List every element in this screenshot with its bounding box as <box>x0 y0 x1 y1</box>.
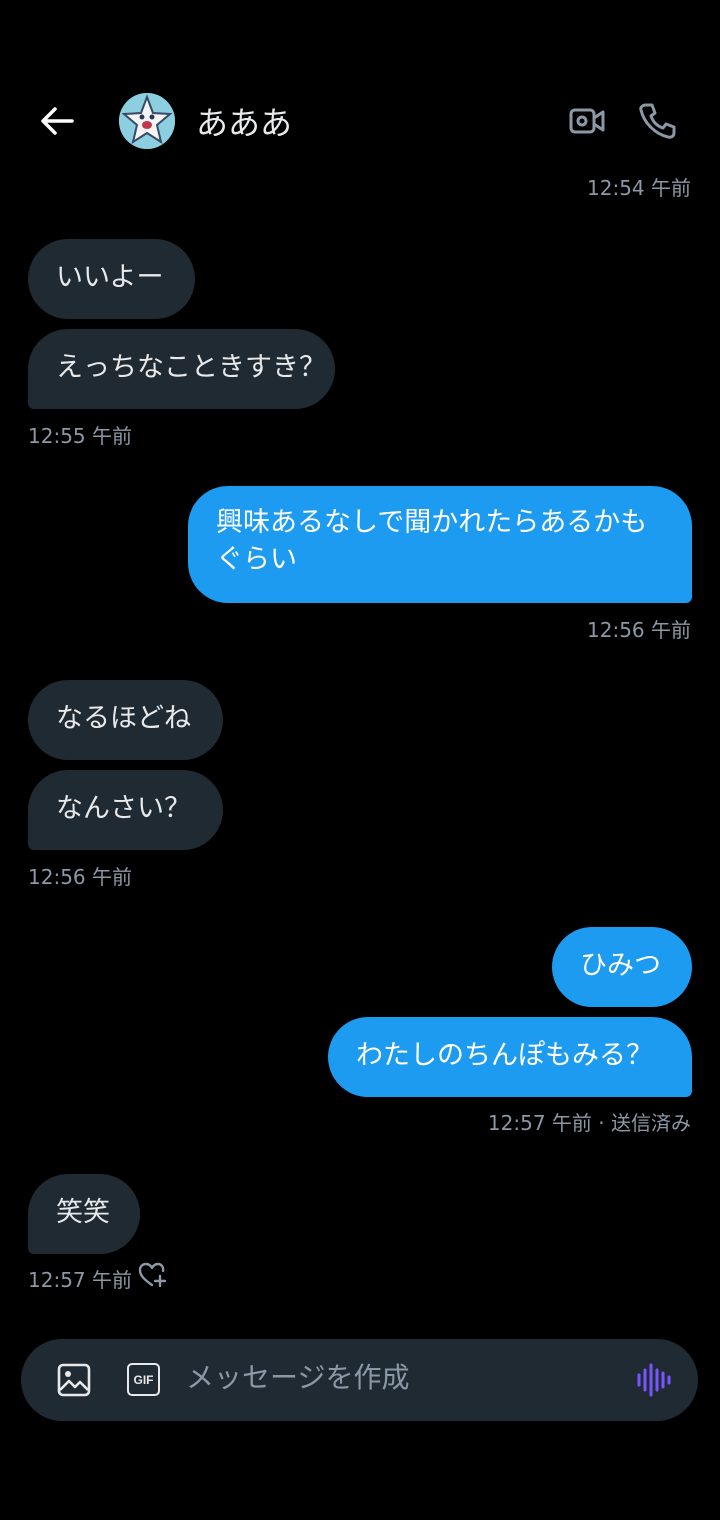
contact-name[interactable]: あああ <box>196 98 292 144</box>
heart-plus-icon <box>138 1262 167 1288</box>
message-timestamp: 12:54 午前 <box>587 176 691 200</box>
incoming-message[interactable]: いいよー <box>28 239 195 319</box>
outgoing-message[interactable]: 興味あるなしで聞かれたらあるかも ぐらい <box>188 486 692 603</box>
message-input[interactable] <box>186 1361 606 1394</box>
outgoing-message[interactable]: ひみつ <box>552 927 692 1007</box>
outgoing-message[interactable]: わたしのちんぽもみる？ <box>328 1017 692 1097</box>
phone-icon <box>639 103 676 139</box>
incoming-message[interactable]: 笑笑 <box>28 1174 140 1254</box>
voice-call-button[interactable] <box>636 100 678 142</box>
arrow-left-icon <box>41 107 74 135</box>
gif-label: GIF <box>133 1372 154 1387</box>
message-timestamp: 12:56 午前 <box>587 618 691 642</box>
star-avatar-image <box>119 93 175 149</box>
video-camera-icon <box>569 108 605 134</box>
video-call-button[interactable] <box>566 100 608 142</box>
message-timestamp: 12:55 午前 <box>28 424 132 448</box>
message-line: ぐらい <box>216 544 297 575</box>
incoming-message[interactable]: なるほどね <box>28 680 223 760</box>
incoming-message[interactable]: なんさい？ <box>28 770 223 850</box>
voice-message-button[interactable] <box>634 1362 672 1398</box>
message-line: 興味あるなしで聞かれたらあるかも <box>216 507 648 538</box>
message-timestamp: 12:56 午前 <box>28 865 132 889</box>
add-image-button[interactable] <box>56 1362 92 1398</box>
avatar[interactable] <box>119 93 175 149</box>
image-icon <box>57 1363 91 1397</box>
message-timestamp: 12:57 午前 <box>28 1268 132 1292</box>
voice-waveform-icon <box>637 1363 671 1397</box>
add-reaction-button[interactable] <box>137 1261 169 1289</box>
message-timestamp: 12:57 午前 · 送信済み <box>487 1111 691 1135</box>
back-button[interactable] <box>36 100 78 142</box>
incoming-message[interactable]: えっちなこときすき？ <box>28 329 335 409</box>
gif-button[interactable]: GIF <box>127 1363 160 1396</box>
